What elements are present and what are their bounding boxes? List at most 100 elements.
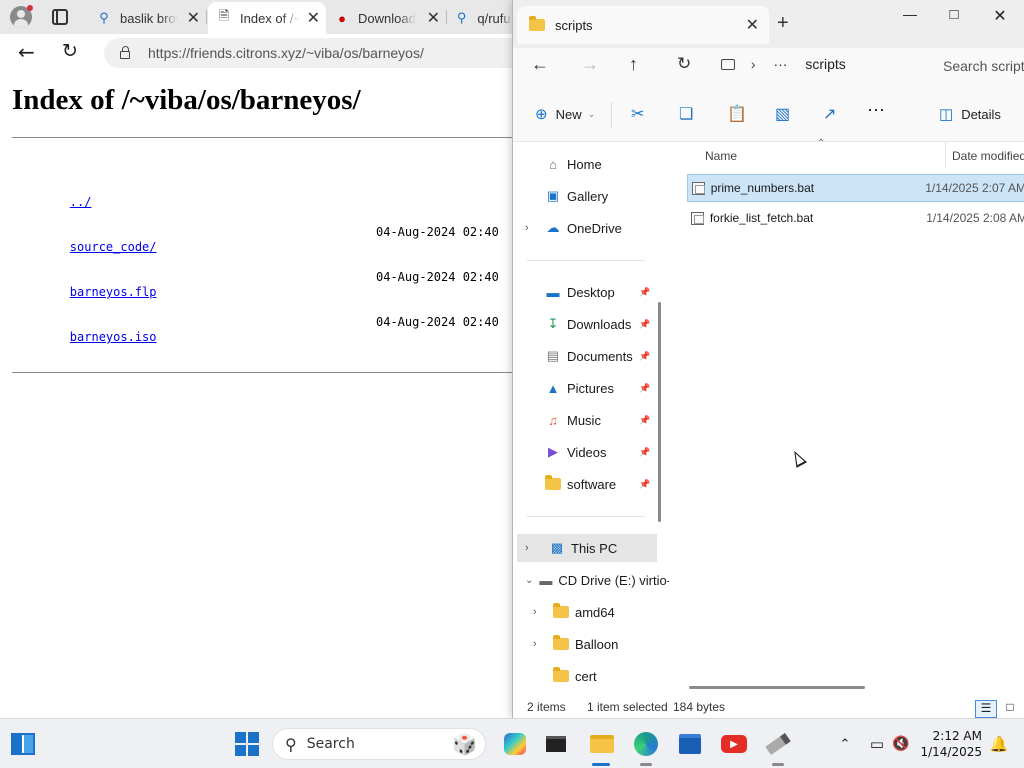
tiles-view-icon[interactable]: □ — [999, 700, 1021, 718]
cut-icon[interactable]: ✂ — [631, 104, 644, 124]
pin-icon[interactable]: 📌 — [639, 383, 650, 394]
search-icon: ⚲ — [99, 10, 109, 25]
monitor-icon[interactable] — [721, 59, 735, 70]
refresh-icon[interactable]: ↻ — [62, 40, 78, 62]
file-row[interactable]: prime_numbers.bat 1/14/2025 2:07 AM — [687, 174, 1024, 202]
address-bar[interactable]: https://friends.citrons.xyz/~viba/os/bar… — [104, 38, 524, 68]
pin-icon[interactable]: 📌 — [639, 415, 650, 426]
back-arrow-icon[interactable]: ← — [18, 40, 35, 64]
sidebar-item-amd64[interactable]: › amd64 — [533, 598, 669, 626]
notifications-bell-icon[interactable]: 🔔 — [986, 731, 1012, 757]
parent-dir-link[interactable]: ../ — [70, 195, 92, 209]
cloud-icon: ☁ — [546, 220, 560, 235]
file-date: 1/14/2025 2:07 AM — [925, 181, 1024, 195]
copy-icon[interactable]: ❏ — [679, 104, 693, 124]
sidebar-item-music[interactable]: ♫ Music 📌 — [545, 406, 669, 434]
usb-drive-icon[interactable] — [765, 731, 791, 757]
sidebar-item-cd-drive[interactable]: ⌄ ▬ CD Drive (E:) virtio-win — [525, 566, 669, 594]
store-icon[interactable] — [677, 731, 703, 757]
close-icon[interactable]: ✕ — [187, 8, 200, 28]
edge-browser-icon[interactable] — [633, 731, 659, 757]
column-date-modified[interactable]: Date modified — [952, 149, 1024, 163]
sidebar-item-onedrive[interactable]: › ☁ OneDrive — [525, 214, 665, 242]
chevron-down-icon: ⌄ — [587, 108, 596, 119]
close-icon[interactable]: ✕ — [307, 8, 320, 28]
page-title: Index of /~viba/os/barneyos/ — [12, 84, 361, 116]
pin-icon[interactable]: 📌 — [639, 351, 650, 362]
taskbar-search-input[interactable]: ⚲ Search 🎲 — [272, 728, 486, 760]
close-icon[interactable]: ✕ — [746, 15, 759, 35]
file-link[interactable]: source_code/ — [70, 240, 157, 254]
youtube-icon[interactable]: ▶ — [721, 731, 747, 757]
forward-arrow-icon[interactable]: → — [581, 54, 599, 75]
horizontal-scrollbar[interactable] — [689, 686, 865, 689]
sidebar-item-downloads[interactable]: ↧ Downloads 📌 — [545, 310, 669, 338]
explorer-tab[interactable]: scripts ✕ — [517, 6, 769, 44]
chevron-right-icon[interactable]: › — [525, 542, 539, 554]
details-view-icon[interactable]: ☰ — [975, 700, 997, 718]
pin-icon[interactable]: 📌 — [639, 479, 650, 490]
chevron-right-icon[interactable]: › — [533, 606, 547, 618]
sidebar-item-pictures[interactable]: ▲ Pictures 📌 — [545, 374, 669, 402]
chevron-up-icon[interactable]: ⌃ — [832, 731, 858, 757]
share-icon[interactable]: ↗ — [823, 104, 836, 124]
clock[interactable]: 2:12 AM 1/14/2025 — [918, 728, 982, 760]
close-window-icon[interactable]: ✕ — [977, 6, 1023, 26]
sidebar-item-gallery[interactable]: ▣ Gallery — [545, 182, 669, 210]
file-row[interactable]: forkie_list_fetch.bat 1/14/2025 2:08 AM — [687, 204, 1024, 232]
sidebar-item-desktop[interactable]: ▬ Desktop 📌 — [545, 278, 669, 306]
sidebar-item-this-pc[interactable]: › ▩ This PC — [517, 534, 657, 562]
pin-icon[interactable]: 📌 — [639, 287, 650, 298]
paste-icon[interactable]: 📋 — [727, 104, 747, 124]
batch-file-icon — [691, 211, 704, 225]
file-list: ⌃ Name Date modified prime_numbers.bat 1… — [669, 138, 1024, 696]
close-icon[interactable]: ✕ — [427, 8, 440, 28]
sidebar-item-software[interactable]: software 📌 — [545, 470, 669, 498]
lock-icon[interactable] — [120, 46, 130, 59]
page-content: Index of /~viba/os/barneyos/ ../ source_… — [0, 72, 532, 718]
sidebar-item-videos[interactable]: ▶ Videos 📌 — [545, 438, 669, 466]
breadcrumb-current[interactable]: scripts — [805, 56, 845, 72]
chevron-right-icon[interactable]: › — [533, 638, 547, 650]
browser-tab-index[interactable]: 🗎 Index of /~viba/os/barneyos/ ✕ — [208, 2, 326, 34]
rename-icon[interactable]: ▧ — [775, 104, 790, 124]
new-button[interactable]: ⊕ New ⌄ — [535, 105, 595, 123]
new-tab-icon[interactable]: + — [777, 12, 789, 35]
volume-muted-icon[interactable]: 🔇 — [888, 731, 914, 757]
batch-file-icon — [692, 181, 705, 195]
start-menu-icon[interactable] — [234, 731, 260, 757]
nav-pane-scrollbar[interactable] — [658, 302, 661, 522]
file-explorer-icon[interactable] — [589, 731, 615, 757]
search-input[interactable]: Search scripts — [943, 54, 1024, 82]
sidebar-item-home[interactable]: ⌂ Home — [545, 150, 669, 178]
list-item: ../ — [12, 180, 500, 209]
browser-tab-download[interactable]: ● Download ✕ — [328, 2, 446, 34]
pin-icon[interactable]: 📌 — [639, 447, 650, 458]
column-name[interactable]: Name — [705, 149, 737, 163]
file-link[interactable]: barneyos.flp — [70, 285, 157, 299]
network-icon[interactable]: ▭ — [864, 731, 890, 757]
file-link[interactable]: barneyos.iso — [70, 330, 157, 344]
details-button[interactable]: ◫ Details — [939, 105, 1001, 123]
browser-tab-rufus[interactable]: ⚲ q/rufus — [448, 2, 512, 34]
sidebar-item-documents[interactable]: ▤ Documents 📌 — [545, 342, 669, 370]
task-view-icon[interactable] — [543, 731, 569, 757]
tab-actions-icon[interactable] — [52, 9, 68, 25]
up-arrow-icon[interactable]: ↑ — [629, 54, 638, 75]
widgets-icon[interactable] — [10, 731, 36, 757]
copilot-icon[interactable] — [502, 731, 528, 757]
sidebar-item-balloon[interactable]: › Balloon — [533, 630, 669, 658]
minimize-icon[interactable]: — — [887, 6, 933, 26]
refresh-icon[interactable]: ↻ — [677, 54, 691, 74]
maximize-icon[interactable]: □ — [931, 6, 977, 26]
sidebar-item-cert[interactable]: cert — [553, 662, 669, 690]
chevron-down-icon[interactable]: ⌄ — [525, 575, 533, 586]
chevron-right-icon[interactable]: › — [525, 222, 539, 234]
pin-icon[interactable]: 📌 — [639, 319, 650, 330]
more-options-icon[interactable]: ⋯ — [867, 100, 885, 121]
chevron-right-icon[interactable]: › — [751, 56, 756, 72]
back-arrow-icon[interactable]: ← — [531, 54, 549, 75]
file-explorer-window: scripts ✕ + — □ ✕ ← → ↑ ↻ › ··· scripts … — [512, 0, 1024, 718]
breadcrumb-more[interactable]: ··· — [773, 56, 787, 72]
browser-tab-search[interactable]: ⚲ baslik brows ✕ — [88, 2, 206, 34]
